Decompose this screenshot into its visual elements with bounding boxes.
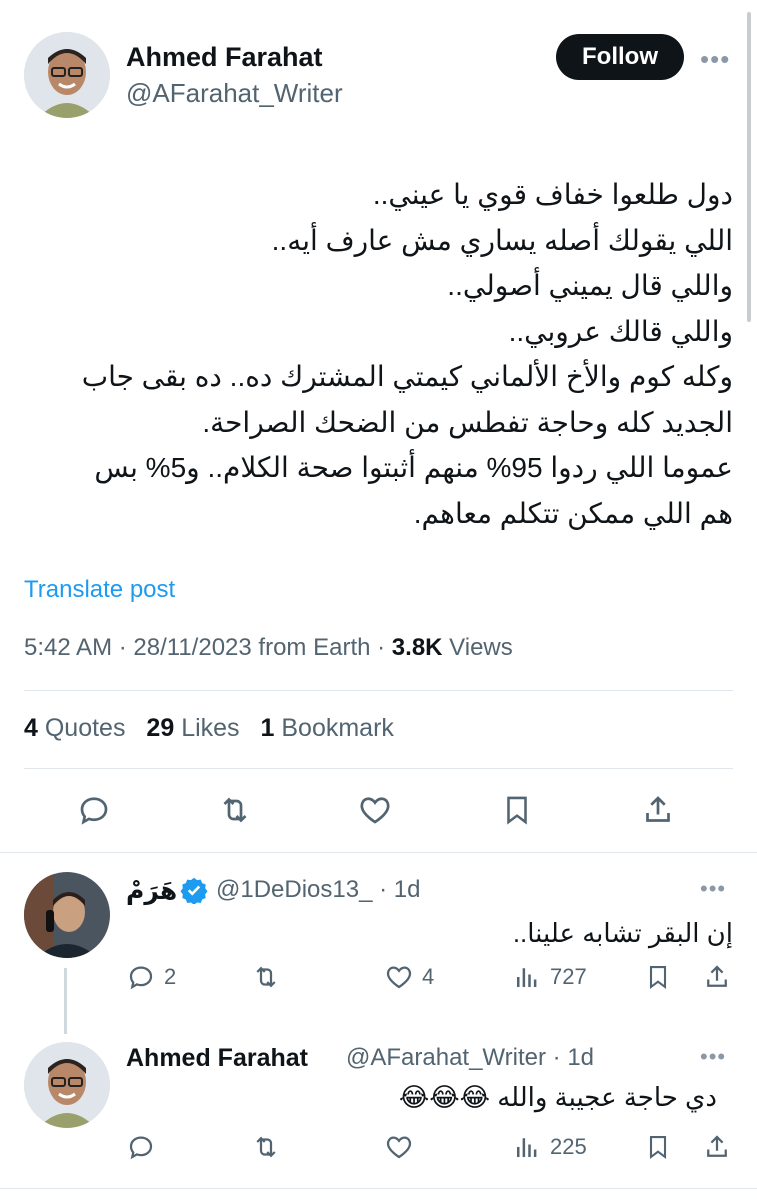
heart-icon (386, 1136, 412, 1159)
like-button[interactable] (384, 1132, 422, 1162)
meta-separator: · (377, 634, 392, 661)
share-icon (707, 965, 727, 987)
tweet-line: دول طلعوا خفاف قوي يا عيني.. (372, 179, 733, 210)
likes-stat[interactable]: 29 Likes (146, 714, 239, 742)
tweet-line: واللي قال يميني أصولي.. (447, 270, 733, 301)
likes-count: 29 (146, 714, 175, 742)
reply-time: · 1d (552, 1044, 595, 1071)
bookmarks-count: 1 (260, 714, 275, 742)
repost-icon (256, 1136, 276, 1158)
views-icon (517, 968, 537, 987)
author-avatar[interactable] (24, 32, 110, 118)
share-button[interactable] (702, 1132, 732, 1162)
reply-avatar[interactable] (24, 1042, 110, 1128)
tweet-meta: 5:42 AM · 28/11/2023 from Earth · 3.8K V… (24, 634, 513, 662)
tweet-line: واللي قالك عروبي.. (508, 315, 733, 347)
reply-time: · 1d (379, 876, 421, 903)
tweet-time[interactable]: 5:42 AM (24, 634, 112, 661)
reply-author-handle[interactable]: @1DeDios13_ · 1d (216, 876, 420, 904)
divider (24, 768, 733, 769)
handle-text: @1DeDios13_ (216, 876, 373, 903)
divider (0, 1188, 757, 1189)
thread-line (64, 968, 67, 1034)
author-name[interactable]: Ahmed Farahat (126, 42, 323, 73)
scrollbar[interactable] (747, 12, 751, 322)
reply-avatar[interactable] (24, 872, 110, 958)
translate-link[interactable]: Translate post (24, 576, 175, 604)
reply-icon (129, 966, 153, 990)
tweet-date[interactable]: 28/11/2023 (133, 634, 251, 661)
quotes-count: 4 (24, 714, 38, 742)
tweet-line: عموما اللي ردوا 95% منهم أثبتوا صحة الكل… (94, 452, 733, 483)
like-button[interactable]: 4 (384, 962, 434, 992)
reply-button[interactable] (76, 792, 112, 828)
tweet-line: هم اللي ممكن تتكلم معاهم. (413, 497, 733, 529)
tweet-source: from Earth (258, 634, 371, 661)
bookmarks-label: Bookmark (281, 714, 394, 742)
tweet-line: الجديد كله وحاجة تفطس من الضحك الصراحة. (202, 406, 733, 438)
author-handle[interactable]: @AFarahat_Writer (126, 78, 343, 109)
reply-button[interactable]: 2 (126, 962, 176, 992)
divider (0, 852, 757, 853)
share-icon (646, 796, 670, 822)
repost-button[interactable] (250, 962, 290, 992)
repost-icon (256, 966, 276, 988)
like-button[interactable] (356, 792, 394, 828)
tweet-line: اللي يقولك أصله يساري مش عارف أيه.. (271, 224, 733, 256)
reply-count: 2 (164, 964, 177, 989)
reply-button[interactable] (126, 1132, 164, 1162)
bookmark-icon (507, 796, 527, 825)
bookmarks-stat[interactable]: 1 Bookmark (261, 714, 394, 742)
bookmark-icon (649, 966, 667, 990)
views-label: Views (449, 634, 513, 661)
more-dots-icon[interactable]: ••• (700, 44, 730, 75)
handle-text: @AFarahat_Writer (346, 1044, 546, 1071)
quotes-stat[interactable]: 4 Quotes (24, 714, 125, 742)
follow-button[interactable]: Follow (556, 34, 684, 80)
heart-icon (360, 797, 390, 824)
quotes-label: Quotes (44, 714, 126, 742)
repost-button[interactable] (216, 792, 254, 828)
meta-separator: · (118, 634, 134, 661)
engagement-stats: 4 Quotes 29 Likes 1 Bookmark (24, 714, 408, 743)
bookmark-button[interactable] (500, 792, 534, 828)
reply-icon (80, 797, 108, 825)
heart-icon (386, 966, 412, 989)
views-icon (517, 1138, 537, 1157)
bookmark-icon (649, 1136, 667, 1160)
share-button[interactable] (640, 792, 676, 828)
share-icon (707, 1135, 727, 1157)
tweet-line: وكله كوم والأخ الألماني كيمتي المشترك ده… (81, 361, 733, 392)
reply-icon (129, 1136, 153, 1160)
tweet-text: دول طلعوا خفاف قوي يا عيني.. اللي يقولك … (13, 172, 733, 536)
reply-author-name[interactable]: هَرَمْ (126, 876, 177, 906)
like-count: 4 (422, 964, 435, 989)
views-button[interactable]: 727 (512, 962, 587, 992)
bookmark-button[interactable] (644, 1132, 672, 1162)
bookmark-button[interactable] (644, 962, 672, 992)
repost-icon (223, 797, 247, 823)
repost-button[interactable] (250, 1132, 290, 1162)
views-count: 3.8K (391, 634, 443, 661)
views-button[interactable]: 225 (512, 1132, 587, 1162)
reply-text: إن البقر تشابه علينا.. (512, 918, 733, 948)
more-dots-icon[interactable]: ••• (700, 1044, 726, 1070)
verified-badge-icon (180, 877, 208, 904)
reply-author-handle[interactable]: @AFarahat_Writer · 1d (346, 1044, 594, 1072)
more-dots-icon[interactable]: ••• (700, 876, 726, 902)
reply-author-name[interactable]: Ahmed Farahat (126, 1044, 308, 1073)
view-count: 727 (550, 964, 587, 989)
view-count: 225 (550, 1134, 587, 1159)
likes-label: Likes (181, 714, 240, 742)
reply-text: دي حاجة عجيبة والله 😂😂😂 (398, 1082, 717, 1112)
share-button[interactable] (702, 962, 732, 992)
divider (24, 690, 733, 691)
